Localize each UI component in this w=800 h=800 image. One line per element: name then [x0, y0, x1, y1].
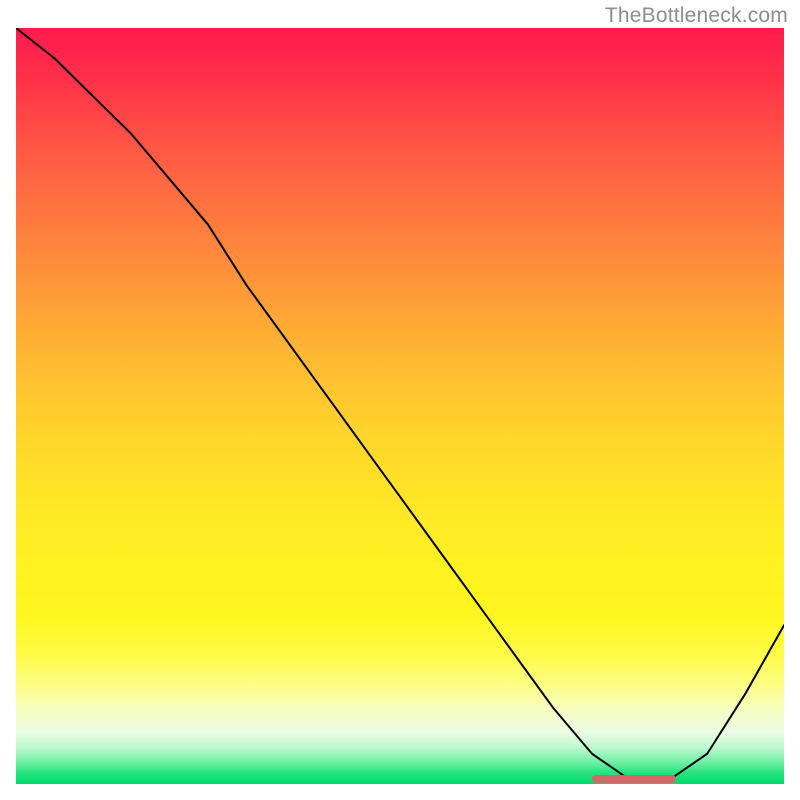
curve-svg	[16, 28, 784, 784]
chart-stage: TheBottleneck.com	[0, 0, 800, 800]
plot-area	[16, 28, 784, 784]
optimum-marker	[592, 775, 676, 783]
watermark-text: TheBottleneck.com	[605, 4, 788, 28]
bottleneck-curve-path	[16, 28, 784, 780]
